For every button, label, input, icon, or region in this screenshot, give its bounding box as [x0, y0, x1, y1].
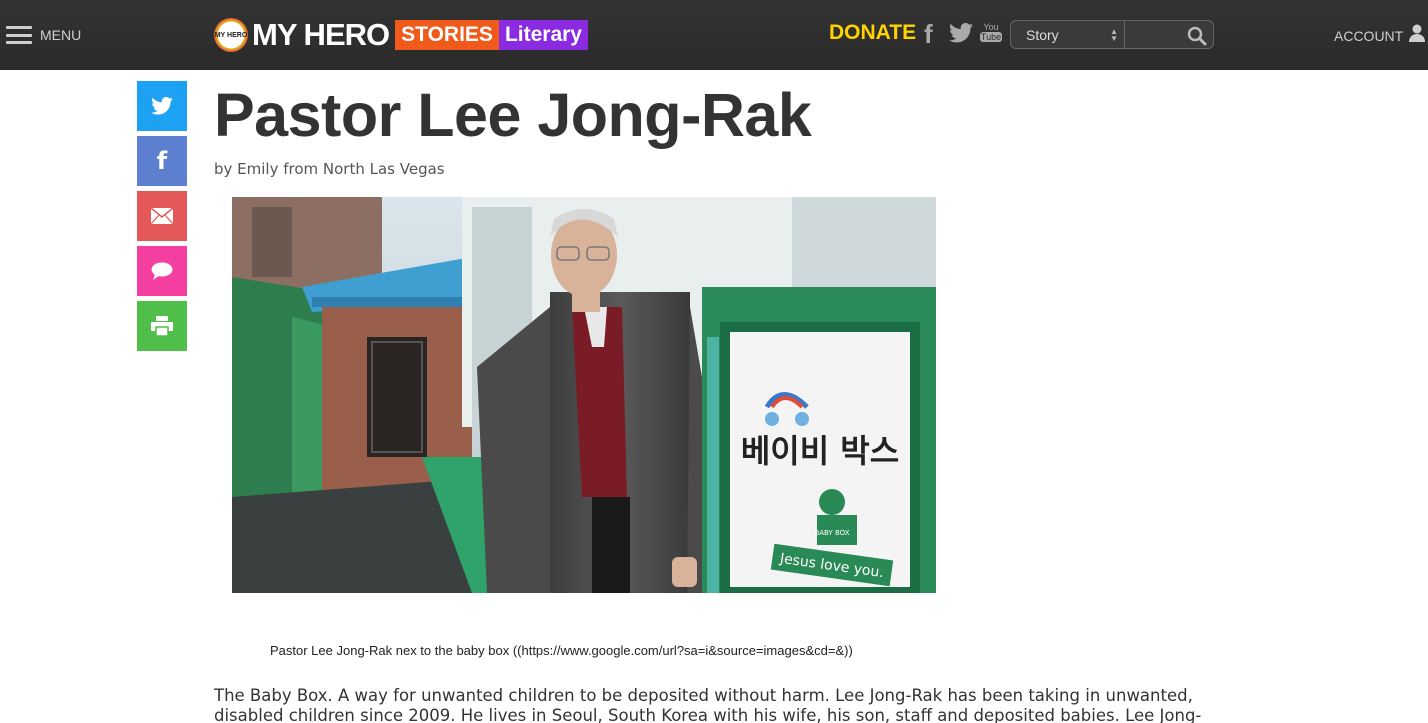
youtube-you-text: You	[983, 22, 999, 32]
print-icon	[151, 316, 173, 336]
search-input[interactable]	[1127, 23, 1182, 46]
share-comment-button[interactable]	[137, 246, 187, 296]
select-arrows-icon: ▲ ▼	[1110, 27, 1118, 43]
youtube-tube-text: Tube	[980, 32, 1002, 42]
account-label: ACCOUNT	[1334, 27, 1404, 44]
donate-link[interactable]: DONATE	[829, 21, 916, 45]
account-button[interactable]: ACCOUNT	[1334, 24, 1426, 47]
site-logo[interactable]: MY HERO MY HERO STORIES Literary	[214, 17, 588, 52]
twitter-icon[interactable]	[949, 23, 973, 48]
search-category-select[interactable]: Story ▲ ▼	[1011, 21, 1125, 48]
facebook-icon: f	[156, 147, 168, 175]
logo-literary-tag: Literary	[498, 20, 588, 50]
logo-stories-tag: STORIES	[395, 20, 499, 50]
menu-label: MENU	[40, 27, 82, 43]
sign-korean-text: 베이비 박스	[741, 432, 899, 470]
search-icon[interactable]	[1187, 26, 1207, 46]
comment-icon	[151, 262, 173, 280]
article-title: Pastor Lee Jong-Rak	[214, 81, 812, 149]
share-email-button[interactable]	[137, 191, 187, 241]
article-photo: 베이비 박스 BABY BOX Jesus love you.	[232, 197, 936, 593]
twitter-icon	[151, 97, 173, 115]
menu-button[interactable]: MENU	[6, 24, 81, 46]
hamburger-icon	[6, 26, 32, 44]
photo-caption: Pastor Lee Jong-Rak nex to the baby box …	[270, 643, 853, 658]
facebook-icon[interactable]: f	[924, 21, 933, 47]
logo-badge: MY HERO	[214, 18, 248, 52]
youtube-icon[interactable]: You Tube	[980, 22, 1002, 46]
baby-box-label: BABY BOX	[814, 529, 849, 537]
search-category-value: Story	[1026, 26, 1059, 43]
user-icon	[1409, 24, 1426, 47]
email-icon	[151, 208, 173, 224]
article-body: The Baby Box. A way for unwanted childre…	[214, 686, 1202, 723]
share-print-button[interactable]	[137, 301, 187, 351]
article-byline: by Emily from North Las Vegas	[214, 160, 445, 178]
top-navigation-bar: MENU MY HERO MY HERO STORIES Literary DO…	[0, 0, 1428, 70]
search-bar: Story ▲ ▼	[1010, 20, 1214, 49]
logo-brand-text: MY HERO	[252, 17, 390, 52]
share-facebook-button[interactable]: f	[137, 136, 187, 186]
share-twitter-button[interactable]	[137, 81, 187, 131]
